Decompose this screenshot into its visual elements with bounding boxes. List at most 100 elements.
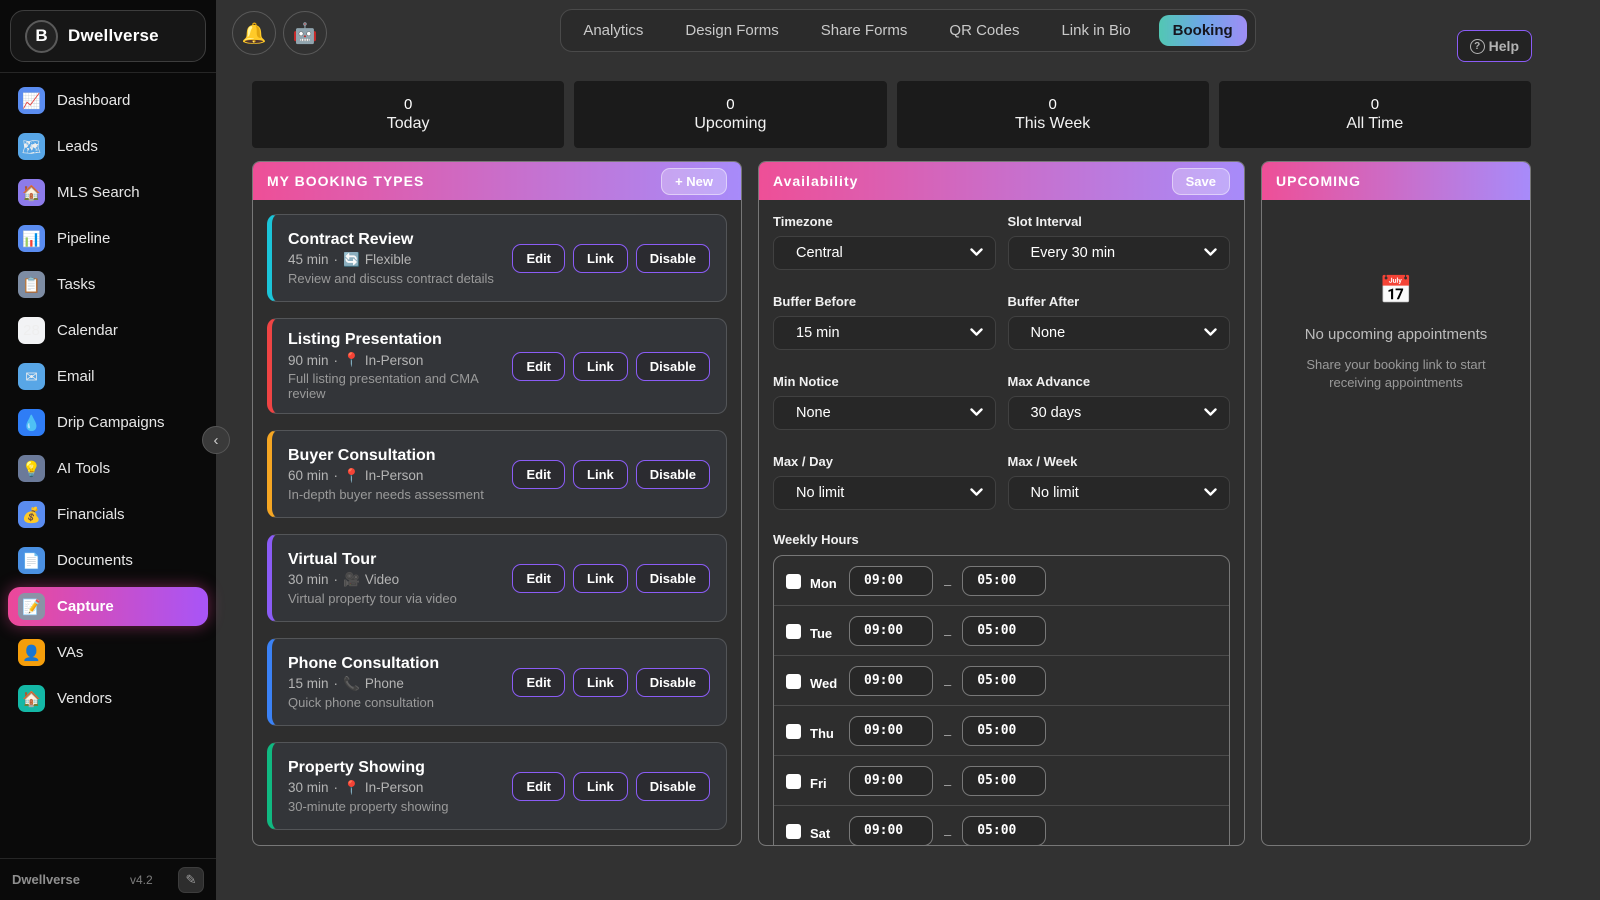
start-time-input[interactable] (849, 666, 933, 696)
tab-booking[interactable]: Booking (1159, 15, 1247, 46)
start-time-input[interactable] (849, 716, 933, 746)
edit-icon[interactable]: ✎ (178, 867, 204, 893)
edit-button[interactable]: Edit (512, 564, 565, 593)
booking-type-meta: 45 min · 🔄 Flexible (288, 252, 494, 268)
sidebar-item-calendar[interactable]: 28 Calendar (8, 311, 208, 350)
day-checkbox[interactable] (786, 574, 801, 589)
day-label: Wed (810, 676, 840, 691)
start-time-input[interactable] (849, 816, 933, 846)
field-select[interactable]: 30 days (1008, 396, 1231, 430)
end-time-input[interactable] (962, 816, 1046, 846)
start-time-input[interactable] (849, 766, 933, 796)
link-button[interactable]: Link (573, 460, 628, 489)
disable-button[interactable]: Disable (636, 352, 710, 381)
sidebar-item-vas[interactable]: 👤 VAs (8, 633, 208, 672)
tab-design-forms[interactable]: Design Forms (671, 15, 792, 46)
availability-field-max-advance: Max Advance 30 days (1008, 374, 1231, 430)
sidebar-item-icon: 📊 (18, 225, 45, 252)
disable-button[interactable]: Disable (636, 668, 710, 697)
top-tab-bar: Analytics Design Forms Share Forms QR Co… (560, 9, 1255, 52)
day-checkbox[interactable] (786, 674, 801, 689)
sidebar-item-label: MLS Search (57, 184, 140, 201)
booking-type-card-property-showing: Property Showing 30 min · 📍 In-Person 30… (267, 742, 727, 830)
link-button[interactable]: Link (573, 564, 628, 593)
field-select[interactable]: Central (773, 236, 996, 270)
booking-mode-label: In-Person (365, 353, 424, 368)
field-select[interactable]: Every 30 min (1008, 236, 1231, 270)
sidebar-item-ai-tools[interactable]: 💡 AI Tools (8, 449, 208, 488)
chevron-down-icon (1204, 486, 1217, 500)
link-button[interactable]: Link (573, 668, 628, 697)
brand-logo[interactable]: B Dwellverse (10, 10, 206, 62)
sidebar-item-icon: 28 (18, 317, 45, 344)
sidebar-item-pipeline[interactable]: 📊 Pipeline (8, 219, 208, 258)
booking-type-duration: 90 min (288, 353, 329, 368)
booking-mode-label: In-Person (365, 780, 424, 795)
end-time-input[interactable] (962, 716, 1046, 746)
link-button[interactable]: Link (573, 352, 628, 381)
link-button[interactable]: Link (573, 244, 628, 273)
field-select[interactable]: None (773, 396, 996, 430)
sidebar-item-documents[interactable]: 📄 Documents (8, 541, 208, 580)
day-checkbox[interactable] (786, 724, 801, 739)
help-button[interactable]: ? Help (1457, 30, 1532, 62)
tab-analytics[interactable]: Analytics (569, 15, 657, 46)
weekly-hours-label: Weekly Hours (773, 532, 1230, 547)
start-time-input[interactable] (849, 616, 933, 646)
availability-field-slot-interval: Slot Interval Every 30 min (1008, 214, 1231, 270)
sidebar-item-email[interactable]: ✉ Email (8, 357, 208, 396)
upcoming-empty-title: No upcoming appointments (1282, 326, 1510, 343)
day-label: Tue (810, 626, 840, 641)
booking-type-duration: 45 min (288, 252, 329, 267)
sidebar-item-drip-campaigns[interactable]: 💧 Drip Campaigns (8, 403, 208, 442)
field-select-value: No limit (1031, 485, 1205, 501)
disable-button[interactable]: Disable (636, 244, 710, 273)
field-select-value: 30 days (1031, 405, 1205, 421)
edit-button[interactable]: Edit (512, 772, 565, 801)
tab-share-forms[interactable]: Share Forms (807, 15, 922, 46)
link-button[interactable]: Link (573, 772, 628, 801)
sidebar-item-label: Drip Campaigns (57, 414, 165, 431)
field-select[interactable]: No limit (773, 476, 996, 510)
sidebar-item-financials[interactable]: 💰 Financials (8, 495, 208, 534)
tab-qr-codes[interactable]: QR Codes (935, 15, 1033, 46)
day-checkbox[interactable] (786, 824, 801, 839)
end-time-input[interactable] (962, 766, 1046, 796)
field-select[interactable]: No limit (1008, 476, 1231, 510)
meta-separator: · (334, 252, 339, 267)
field-select[interactable]: None (1008, 316, 1231, 350)
save-button[interactable]: Save (1172, 168, 1230, 195)
sidebar-item-tasks[interactable]: 📋 Tasks (8, 265, 208, 304)
new-booking-type-button[interactable]: + New (661, 168, 727, 195)
end-time-input[interactable] (962, 666, 1046, 696)
edit-button[interactable]: Edit (512, 668, 565, 697)
disable-button[interactable]: Disable (636, 564, 710, 593)
availability-field-buffer-after: Buffer After None (1008, 294, 1231, 350)
field-select[interactable]: 15 min (773, 316, 996, 350)
sidebar-item-leads[interactable]: 🗺 Leads (8, 127, 208, 166)
disable-button[interactable]: Disable (636, 460, 710, 489)
edit-button[interactable]: Edit (512, 460, 565, 489)
edit-button[interactable]: Edit (512, 352, 565, 381)
sidebar-item-capture[interactable]: 📝 Capture (8, 587, 208, 626)
notifications-button[interactable]: 🔔 (232, 11, 276, 55)
sidebar-collapse-button[interactable]: ‹ (202, 426, 230, 454)
start-time-input[interactable] (849, 566, 933, 596)
sidebar-item-vendors[interactable]: 🏠 Vendors (8, 679, 208, 718)
end-time-input[interactable] (962, 566, 1046, 596)
sidebar-item-label: Calendar (57, 322, 118, 339)
stat-card-all-time: 0 All Time (1219, 81, 1531, 148)
day-checkbox[interactable] (786, 774, 801, 789)
chevron-down-icon (970, 326, 983, 340)
assistant-button[interactable]: 🤖 (283, 11, 327, 55)
booking-type-meta: 30 min · 🎥 Video (288, 572, 457, 588)
end-time-input[interactable] (962, 616, 1046, 646)
day-checkbox[interactable] (786, 624, 801, 639)
sidebar-item-dashboard[interactable]: 📈 Dashboard (8, 81, 208, 120)
booking-type-description: Full listing presentation and CMA review (288, 371, 512, 401)
time-range-separator: – (944, 627, 951, 642)
edit-button[interactable]: Edit (512, 244, 565, 273)
disable-button[interactable]: Disable (636, 772, 710, 801)
tab-link-in-bio[interactable]: Link in Bio (1047, 15, 1144, 46)
sidebar-item-mls-search[interactable]: 🏠 MLS Search (8, 173, 208, 212)
